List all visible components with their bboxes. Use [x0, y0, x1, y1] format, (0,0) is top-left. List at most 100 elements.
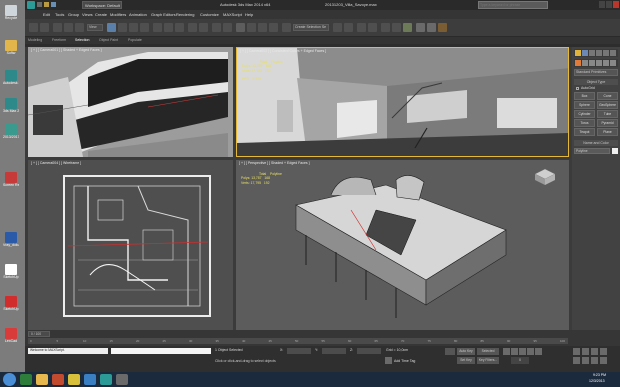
- align-icon[interactable]: [344, 23, 353, 32]
- select-link-icon[interactable]: [53, 23, 62, 32]
- track-bar[interactable]: 0 5 10 15 20 25 30 35 40 45 50 55 60 65 70 75 80 85 90 95 10…: [28, 338, 568, 344]
- zoom-extents-all-icon[interactable]: [600, 348, 607, 355]
- named-selection-set-dropdown[interactable]: Create Selection Se: [293, 24, 329, 31]
- angle-snap-icon[interactable]: [247, 23, 256, 32]
- taskbar-3dsmax-icon[interactable]: [100, 374, 112, 385]
- rotate-icon[interactable]: [164, 23, 173, 32]
- pan-view-icon[interactable]: [582, 357, 589, 364]
- reference-coordinate-icon[interactable]: [188, 23, 197, 32]
- menu-maxscript[interactable]: MAXScript: [223, 12, 242, 17]
- menu-modifiers[interactable]: Modifiers: [110, 12, 126, 17]
- time-slider[interactable]: 0 / 100: [28, 331, 50, 337]
- rollout-object-type[interactable]: Object Type: [574, 79, 618, 85]
- maximize-button[interactable]: [606, 1, 612, 8]
- move-icon[interactable]: [153, 23, 162, 32]
- maximize-viewport-icon[interactable]: [600, 357, 607, 364]
- desktop-icon-sketchup[interactable]: SketchUp: [3, 264, 19, 279]
- search-box[interactable]: [478, 1, 548, 9]
- display-tab-icon[interactable]: [603, 50, 609, 56]
- material-editor-icon[interactable]: [403, 23, 412, 32]
- autogrid-checkbox[interactable]: [576, 87, 579, 90]
- next-frame-icon[interactable]: [527, 348, 534, 355]
- object-name-field[interactable]: Polyline: [574, 148, 610, 154]
- zoom-extents-icon[interactable]: [591, 348, 598, 355]
- viewport-label[interactable]: [ + ] [ Camera001 ] [ Shaded + Edged Fac…: [31, 48, 102, 52]
- desktop-icon-3dsmax[interactable]: 3ds Max 2: [3, 98, 19, 113]
- taskbar-media-icon[interactable]: [52, 374, 64, 385]
- close-button[interactable]: [613, 1, 619, 8]
- keyboard-shortcut-icon[interactable]: [223, 23, 232, 32]
- desktop-icon-software[interactable]: Softw: [3, 40, 19, 55]
- select-object-icon[interactable]: [107, 23, 116, 32]
- minimize-button[interactable]: [599, 1, 605, 8]
- menu-create[interactable]: Create: [95, 12, 107, 17]
- desktop-icon-lexcad[interactable]: LexCad: [3, 328, 19, 343]
- previous-frame-icon[interactable]: [511, 348, 518, 355]
- zoom-icon[interactable]: [573, 348, 580, 355]
- menu-tools[interactable]: Tools: [55, 12, 64, 17]
- undo-icon[interactable]: [29, 23, 38, 32]
- sphere-button[interactable]: Sphere: [574, 101, 595, 109]
- taskbar-folder-icon[interactable]: [36, 374, 48, 385]
- desktop-icon-autodesk[interactable]: Autodesk 3: [3, 70, 19, 85]
- edit-named-selection-icon[interactable]: [282, 23, 291, 32]
- geosphere-button[interactable]: GeoSphere: [597, 101, 618, 109]
- render-production-icon[interactable]: [438, 23, 447, 32]
- lights-icon[interactable]: [589, 60, 595, 66]
- y-coordinate-field[interactable]: [322, 348, 346, 354]
- add-time-tag[interactable]: Add Time Tag: [394, 359, 415, 363]
- taskbar-explorer-icon[interactable]: [20, 374, 32, 385]
- pyramid-button[interactable]: Pyramid: [597, 119, 618, 127]
- key-set-dropdown[interactable]: Selected: [477, 348, 499, 355]
- select-by-name-icon[interactable]: [118, 23, 127, 32]
- viewport-camera001[interactable]: [ + ] [ Camera001 ] [ Shaded + Edged Fac…: [28, 47, 233, 157]
- ribbon-tab-populate[interactable]: Populate: [128, 38, 142, 42]
- new-file-icon[interactable]: [37, 2, 42, 7]
- spacewarps-icon[interactable]: [610, 60, 616, 66]
- key-mode-icon[interactable]: [445, 348, 455, 355]
- key-filters-button[interactable]: Key Filters...: [477, 357, 499, 364]
- render-setup-icon[interactable]: [416, 23, 425, 32]
- object-color-swatch[interactable]: [612, 148, 618, 154]
- modify-tab-icon[interactable]: [582, 50, 588, 56]
- auto-key-button[interactable]: Auto Key: [457, 348, 475, 355]
- rollout-name-color[interactable]: Name and Color: [574, 140, 618, 146]
- geometry-icon[interactable]: [575, 60, 581, 66]
- bind-spacewarp-icon[interactable]: [75, 23, 84, 32]
- save-file-icon[interactable]: [51, 2, 56, 7]
- desktop-icon-recycle-bin[interactable]: Recycle: [3, 5, 19, 20]
- torus-button[interactable]: Torus: [574, 119, 595, 127]
- open-file-icon[interactable]: [44, 2, 49, 7]
- menu-rendering[interactable]: Rendering: [176, 12, 194, 17]
- start-button[interactable]: [3, 373, 16, 386]
- primitive-type-dropdown[interactable]: Standard Primitives: [574, 69, 618, 76]
- mirror-icon[interactable]: [333, 23, 342, 32]
- orbit-icon[interactable]: [591, 357, 598, 364]
- window-crossing-icon[interactable]: [140, 23, 149, 32]
- selection-filter-dropdown[interactable]: View: [87, 24, 103, 31]
- unlink-icon[interactable]: [64, 23, 73, 32]
- shapes-icon[interactable]: [582, 60, 588, 66]
- box-button[interactable]: Box: [574, 92, 595, 100]
- create-tab-icon[interactable]: [575, 50, 581, 56]
- redo-icon[interactable]: [40, 23, 49, 32]
- desktop-icon-3dsmax-2013[interactable]: 2013/2017: [3, 124, 19, 139]
- search-input[interactable]: [480, 2, 540, 8]
- ribbon-tab-freeform[interactable]: Freeform: [52, 38, 66, 42]
- go-to-start-icon[interactable]: [503, 348, 510, 355]
- viewcube-icon[interactable]: [534, 168, 556, 186]
- curve-editor-icon[interactable]: [381, 23, 390, 32]
- taskbar-window-icon[interactable]: [116, 374, 128, 385]
- viewport-perspective[interactable]: [ + ] [ Perspective ] [ Shaded + Edged F…: [236, 160, 569, 330]
- tube-button[interactable]: Tube: [597, 110, 618, 118]
- rectangle-selection-icon[interactable]: [129, 23, 138, 32]
- teapot-button[interactable]: Teapot: [574, 128, 595, 136]
- cone-button[interactable]: Cone: [597, 92, 618, 100]
- cameras-icon[interactable]: [596, 60, 602, 66]
- x-coordinate-field[interactable]: [287, 348, 311, 354]
- select-manipulate-icon[interactable]: [212, 23, 221, 32]
- go-to-end-icon[interactable]: [535, 348, 542, 355]
- ribbon-tab-object-paint[interactable]: Object Paint: [99, 38, 118, 42]
- z-coordinate-field[interactable]: [357, 348, 381, 354]
- menu-group[interactable]: Group: [68, 12, 79, 17]
